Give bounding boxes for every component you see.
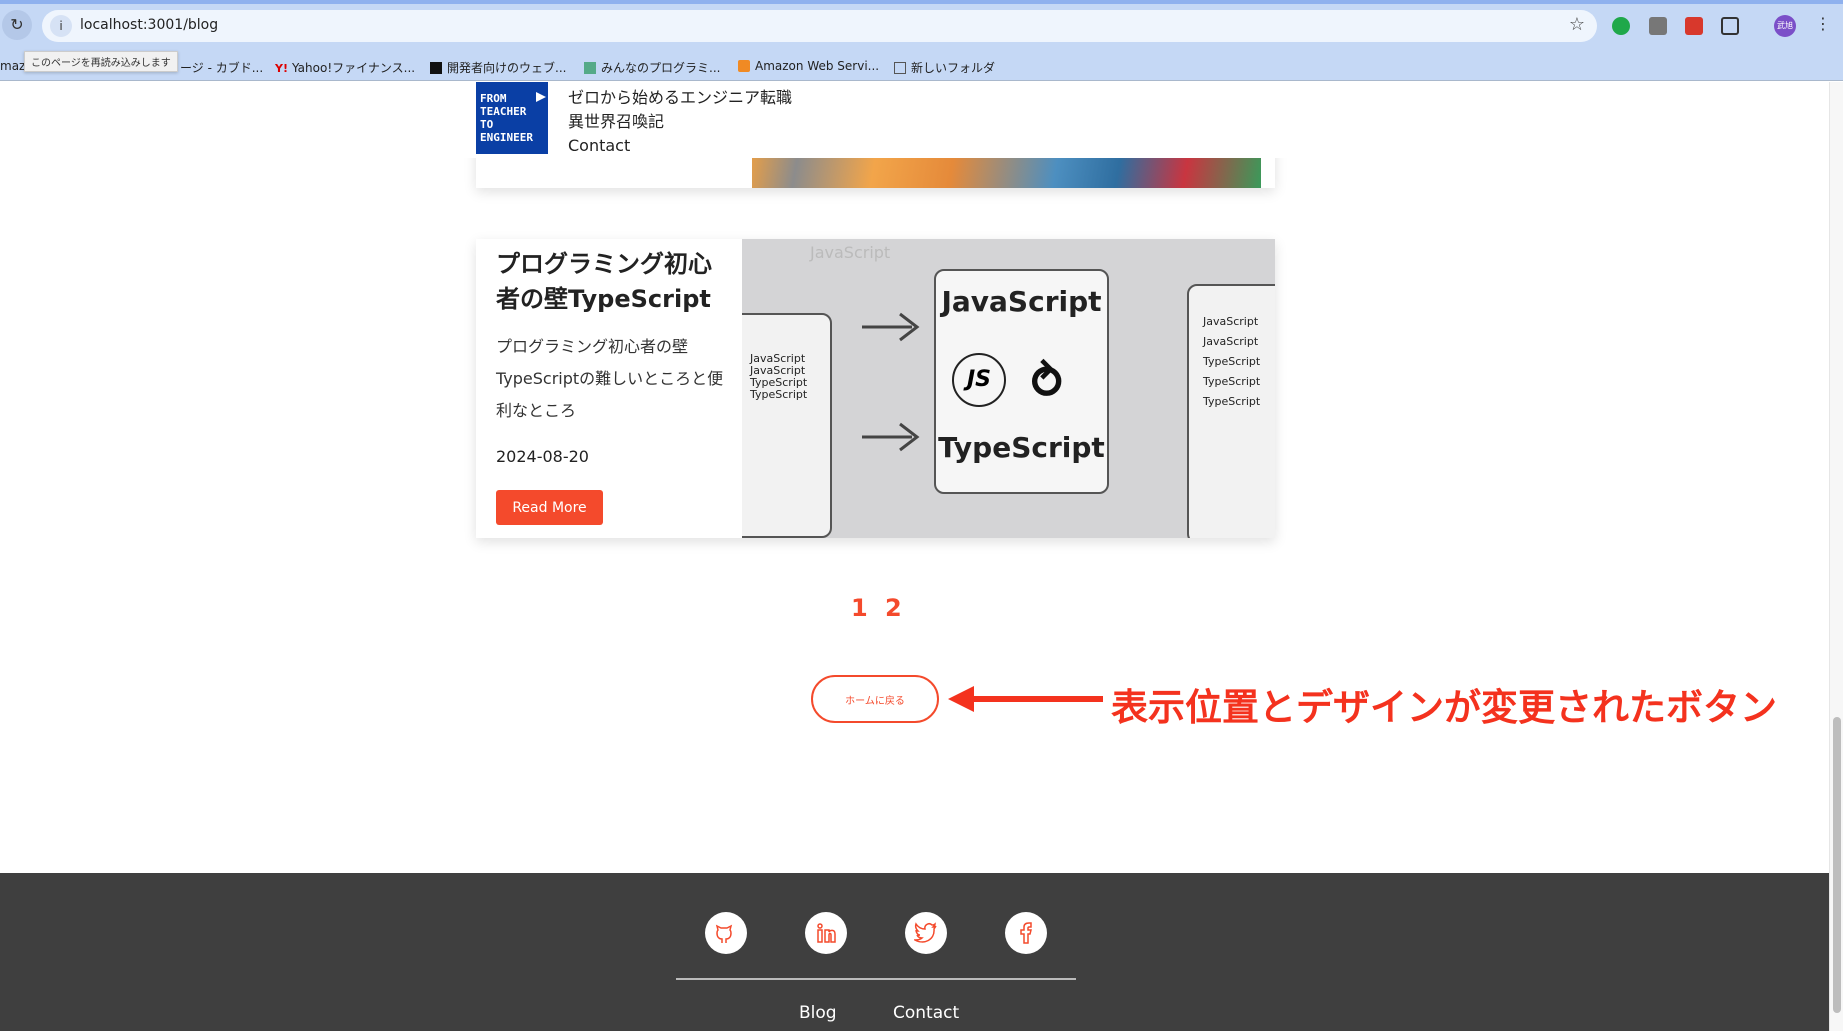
image-watermark: JavaScript	[810, 243, 891, 262]
nav-link-isekai[interactable]: 異世界召喚記	[568, 110, 792, 134]
puzzle-extensions-icon[interactable]	[1721, 17, 1739, 35]
image-heading: JavaScript	[941, 285, 1102, 318]
bookmark-item[interactable]: ージ - カブド...	[180, 59, 263, 76]
ts-logo-icon: ⥁	[1028, 355, 1067, 409]
nav-link-contact[interactable]: Contact	[568, 134, 792, 158]
arrow-graphics	[862, 312, 920, 452]
bookmark-item[interactable]: Y! Yahoo!ファイナンス...	[275, 59, 415, 76]
footer-link-contact[interactable]: Contact	[893, 1003, 959, 1023]
image-heading: TypeScript	[938, 431, 1105, 464]
pagination-page-2[interactable]: 2	[885, 594, 902, 622]
bookmark-label: ージ - カブド...	[180, 61, 264, 75]
post-title[interactable]: プログラミング初心者の壁TypeScript	[496, 247, 726, 317]
bookmark-label: 開発者向けのウェブ...	[447, 61, 567, 75]
post-description: プログラミング初心者の壁TypeScriptの難しいところと便利なところ	[496, 337, 724, 420]
yahoo-icon: Y!	[275, 61, 288, 75]
logo-line: ENGINEER	[480, 131, 533, 144]
address-bar[interactable]: i localhost:3001/blog ☆	[42, 10, 1597, 42]
bookmark-star-icon[interactable]: ☆	[1569, 14, 1585, 35]
more-menu-icon[interactable]: ⋮	[1815, 14, 1831, 33]
folder-icon	[894, 61, 906, 74]
site-nav: ゼロから始めるエンジニア転職 異世界召喚記 Contact	[568, 86, 792, 158]
profile-avatar[interactable]: 武旭	[1774, 15, 1796, 37]
logo-line: FROM	[480, 92, 507, 105]
scrollbar-thumb[interactable]	[1833, 717, 1841, 1013]
facebook-link[interactable]	[1005, 912, 1047, 954]
bookmark-item[interactable]: みんなのプログラミ...	[584, 59, 720, 76]
nav-link-zero-to-engineer[interactable]: ゼロから始めるエンジニア転職	[568, 86, 792, 110]
code-line: JavaScript	[1203, 335, 1259, 348]
js-logo-icon: JS	[952, 353, 1006, 407]
twitter-icon	[914, 922, 937, 943]
bookmark-label: 新しいフォルダ	[911, 61, 996, 75]
page-scrollbar[interactable]	[1829, 82, 1843, 1031]
bookmark-label: Yahoo!ファイナンス...	[292, 61, 416, 75]
code-line: TypeScript	[1203, 375, 1261, 388]
post-date: 2024-08-20	[496, 447, 589, 466]
image-code-window: JavaScript JavaScript TypeScript TypeScr…	[1187, 284, 1275, 538]
pagination-page-1[interactable]: 1	[851, 594, 868, 622]
read-more-button[interactable]: Read More	[496, 490, 603, 525]
footer-link-blog[interactable]: Blog	[799, 1003, 837, 1023]
logo-line: TO	[480, 118, 494, 131]
bookmark-favicon	[584, 61, 596, 74]
bookmark-label: みんなのプログラミ...	[601, 61, 721, 75]
bookmark-label: Amazon Web Servi...	[755, 59, 880, 73]
reload-tooltip: このページを再読み込みします	[24, 51, 178, 72]
code-line: TypeScript	[1203, 355, 1261, 368]
image-code-window: JavaScript JavaScript TypeScript TypeScr…	[742, 313, 832, 538]
bookmark-folder[interactable]: 新しいフォルダ	[894, 59, 995, 76]
url-text[interactable]: localhost:3001/blog	[80, 17, 218, 33]
post-thumbnail[interactable]: JavaScript JavaScript JavaScript TypeScr…	[742, 239, 1275, 538]
twitter-link[interactable]	[905, 912, 947, 954]
code-line: TypeScript	[1203, 395, 1261, 408]
back-to-home-button[interactable]: ホームに戻る	[811, 675, 939, 723]
linkedin-icon	[817, 923, 836, 943]
code-line: TypeScript	[750, 388, 808, 401]
site-footer: Blog Contact	[0, 873, 1829, 1031]
annotation-arrow-icon	[948, 686, 1103, 712]
site-header: FROM TEACHER TO ENGINEER ゼロから始めるエンジニア転職 …	[0, 82, 1829, 158]
line-extension-icon[interactable]	[1649, 17, 1667, 35]
bookmark-item[interactable]: Amazon Web Servi...	[738, 59, 879, 73]
footer-divider	[676, 978, 1076, 980]
image-main-window: JavaScript JS ⥁ TypeScript	[934, 269, 1109, 494]
bookmark-item[interactable]: 開発者向けのウェブ...	[430, 59, 566, 76]
site-info-icon[interactable]: i	[50, 15, 72, 37]
evernote-extension-icon[interactable]	[1612, 17, 1630, 35]
logo-flag-icon	[536, 92, 546, 102]
site-logo[interactable]: FROM TEACHER TO ENGINEER	[476, 82, 548, 154]
github-icon	[715, 924, 733, 943]
logo-line: TEACHER	[480, 105, 527, 118]
extension-icon[interactable]	[1685, 17, 1703, 35]
mdn-icon	[430, 61, 442, 74]
github-link[interactable]	[705, 912, 747, 954]
code-line: JavaScript	[1203, 315, 1259, 328]
aws-icon	[738, 60, 750, 72]
reload-icon[interactable]: ↻	[2, 10, 32, 40]
annotation-text: 表示位置とデザインが変更されたボタン	[1111, 686, 1777, 729]
blog-card: プログラミング初心者の壁TypeScript プログラミング初心者の壁TypeS…	[476, 239, 1275, 538]
facebook-icon	[1020, 922, 1032, 944]
browser-toolbar: ↻ i localhost:3001/blog ☆ 武旭 ⋮ mazo... ー…	[0, 0, 1843, 81]
linkedin-link[interactable]	[805, 912, 847, 954]
